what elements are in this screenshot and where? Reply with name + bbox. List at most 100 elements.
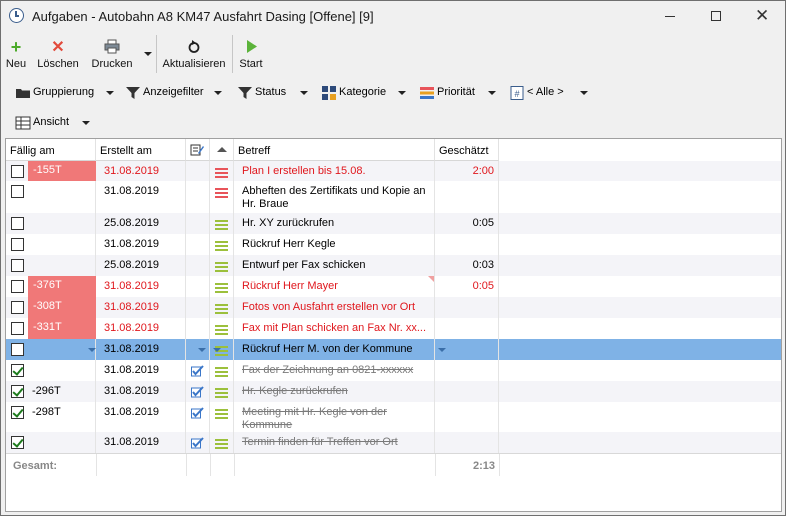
estimated-text: 0:05 (472, 217, 494, 229)
total-label: Gesamt: (13, 460, 58, 472)
done-checkbox[interactable] (11, 280, 24, 293)
done-checkbox[interactable] (11, 185, 24, 198)
task-row[interactable]: -376T 31.08.2019 Rückruf Herr Mayer 0:05 (6, 276, 781, 297)
delete-button[interactable]: ✕ Löschen (35, 32, 81, 76)
created-cell: 31.08.2019 (96, 161, 186, 181)
status-caret[interactable] (300, 91, 308, 95)
done-checkbox[interactable] (11, 322, 24, 335)
done-checkbox[interactable] (11, 165, 24, 178)
edit-cell (186, 381, 210, 402)
maximize-icon (711, 11, 721, 21)
subject-text: Meeting mit Hr. Kegle von der Kommune (242, 406, 387, 431)
cell-dropdown-caret[interactable] (213, 348, 221, 352)
subject-cell: Fax mit Plan schicken an Fax Nr. xx... (234, 318, 435, 339)
view-dropdown[interactable]: Ansicht (15, 114, 79, 132)
task-row[interactable]: 31.08.2019 Rückruf Herr Kegle (6, 234, 781, 255)
estimated-cell (435, 318, 499, 339)
column-header-priority[interactable] (210, 139, 234, 161)
done-checkbox[interactable] (11, 301, 24, 314)
edit-cell (186, 234, 210, 255)
due-text: -298T (32, 406, 61, 418)
new-button[interactable]: + Neu (3, 32, 29, 76)
column-header-due[interactable]: Fällig am (6, 139, 96, 161)
displayfilter-dropdown[interactable]: Anzeigefilter (125, 84, 213, 102)
priority-cell (210, 402, 234, 432)
done-checkbox[interactable] (11, 259, 24, 272)
created-cell: 31.08.2019 (96, 360, 186, 381)
task-row[interactable]: 31.08.2019 Abheften des Zertifikats und K… (6, 181, 781, 213)
task-row[interactable]: -298T 31.08.2019 Meeting mit Hr. Kegle von… (6, 402, 781, 432)
estimated-cell (435, 402, 499, 432)
priority-bars-icon (215, 188, 228, 198)
estimated-cell (435, 234, 499, 255)
maximize-button[interactable] (693, 1, 739, 32)
created-cell: 25.08.2019 (96, 213, 186, 234)
created-cell: 31.08.2019 (96, 276, 186, 297)
displayfilter-label: Anzeigefilter (143, 86, 204, 98)
main-toolbar: + Neu ✕ Löschen Drucken Aktualisieren St… (1, 32, 785, 76)
subject-cell: Abheften des Zertifikats und Kopie an Hr… (234, 181, 435, 213)
task-row[interactable]: -296T 31.08.2019 Hr. Kegle zurückrufen (6, 381, 781, 402)
column-header-subject[interactable]: Betreff (234, 139, 435, 161)
done-checkbox[interactable] (11, 364, 24, 377)
view-caret[interactable] (82, 121, 90, 125)
refresh-button[interactable]: Aktualisieren (161, 32, 227, 76)
close-button[interactable]: ✕ (739, 1, 785, 32)
done-checkbox[interactable] (11, 217, 24, 230)
category-caret[interactable] (398, 91, 406, 95)
task-row[interactable]: 31.08.2019 Termin finden für Treffen vor … (6, 432, 781, 453)
grouping-caret[interactable] (106, 91, 114, 95)
grouping-dropdown[interactable]: Gruppierung (15, 84, 94, 102)
column-header-created[interactable]: Erstellt am (96, 139, 186, 161)
created-cell: 31.08.2019 (96, 402, 186, 432)
estimated-cell: 0:03 (435, 255, 499, 276)
task-row[interactable]: -308T 31.08.2019 Fotos von Ausfahrt erstel… (6, 297, 781, 318)
task-row[interactable]: -155T 31.08.2019 Plan I erstellen bis 15.0… (6, 161, 781, 181)
cell-dropdown-caret[interactable] (438, 348, 446, 352)
created-text: 31.08.2019 (104, 165, 160, 177)
due-cell (6, 432, 96, 453)
task-row[interactable]: 25.08.2019 Entwurf per Fax schicken 0:03 (6, 255, 781, 276)
all-dropdown[interactable]: # < Alle > (509, 84, 577, 102)
estimated-cell: 2:00 (435, 161, 499, 181)
category-dropdown[interactable]: Kategorie (321, 84, 393, 102)
minimize-button[interactable] (647, 1, 693, 32)
estimated-cell (435, 381, 499, 402)
priority-caret[interactable] (488, 91, 496, 95)
cell-dropdown-caret[interactable] (198, 348, 206, 352)
done-checkbox[interactable] (11, 436, 24, 449)
refresh-icon (188, 40, 200, 53)
footer-divider (234, 454, 235, 476)
done-checkbox[interactable] (11, 385, 24, 398)
task-row[interactable]: 31.08.2019 Rückruf Herr M. von der Kommun… (6, 339, 781, 360)
task-row[interactable]: -331T 31.08.2019 Fax mit Plan schicken an … (6, 318, 781, 339)
column-header-estimated[interactable]: Geschätzt (435, 139, 499, 161)
displayfilter-caret[interactable] (214, 91, 222, 95)
cell-dropdown-caret[interactable] (88, 348, 96, 352)
print-dropdown-caret[interactable] (144, 52, 152, 56)
task-row[interactable]: 25.08.2019 Hr. XY zurückrufen 0:05 (6, 213, 781, 234)
status-dropdown[interactable]: Status (237, 84, 293, 102)
priority-cell (210, 213, 234, 234)
done-checkbox[interactable] (11, 238, 24, 251)
edit-cell (186, 276, 210, 297)
task-row[interactable]: 31.08.2019 Fax der Zeichnung an 0821-xxxx… (6, 360, 781, 381)
view-toolbar: Ansicht (1, 110, 785, 136)
svg-text:#: # (514, 89, 519, 99)
footer-divider (210, 454, 211, 476)
subject-cell: Plan I erstellen bis 15.08. (234, 161, 435, 181)
priority-dropdown[interactable]: Priorität (419, 84, 487, 102)
due-cell (6, 181, 96, 213)
subject-cell: Fotos von Ausfahrt erstellen vor Ort (234, 297, 435, 318)
done-checkbox[interactable] (11, 406, 24, 419)
estimated-text: 0:05 (472, 280, 494, 292)
task-window: Aufgaben - Autobahn A8 KM47 Ausfahrt Das… (0, 0, 786, 516)
column-header-edit[interactable] (186, 139, 210, 161)
grid-footer: Gesamt: 2:13 (6, 453, 781, 476)
done-checkbox[interactable] (11, 343, 24, 356)
all-caret[interactable] (580, 91, 588, 95)
start-button[interactable]: Start (235, 32, 267, 76)
print-button[interactable]: Drucken (87, 32, 137, 76)
table-view-icon (15, 116, 31, 130)
calendar-icon: # (510, 86, 524, 100)
